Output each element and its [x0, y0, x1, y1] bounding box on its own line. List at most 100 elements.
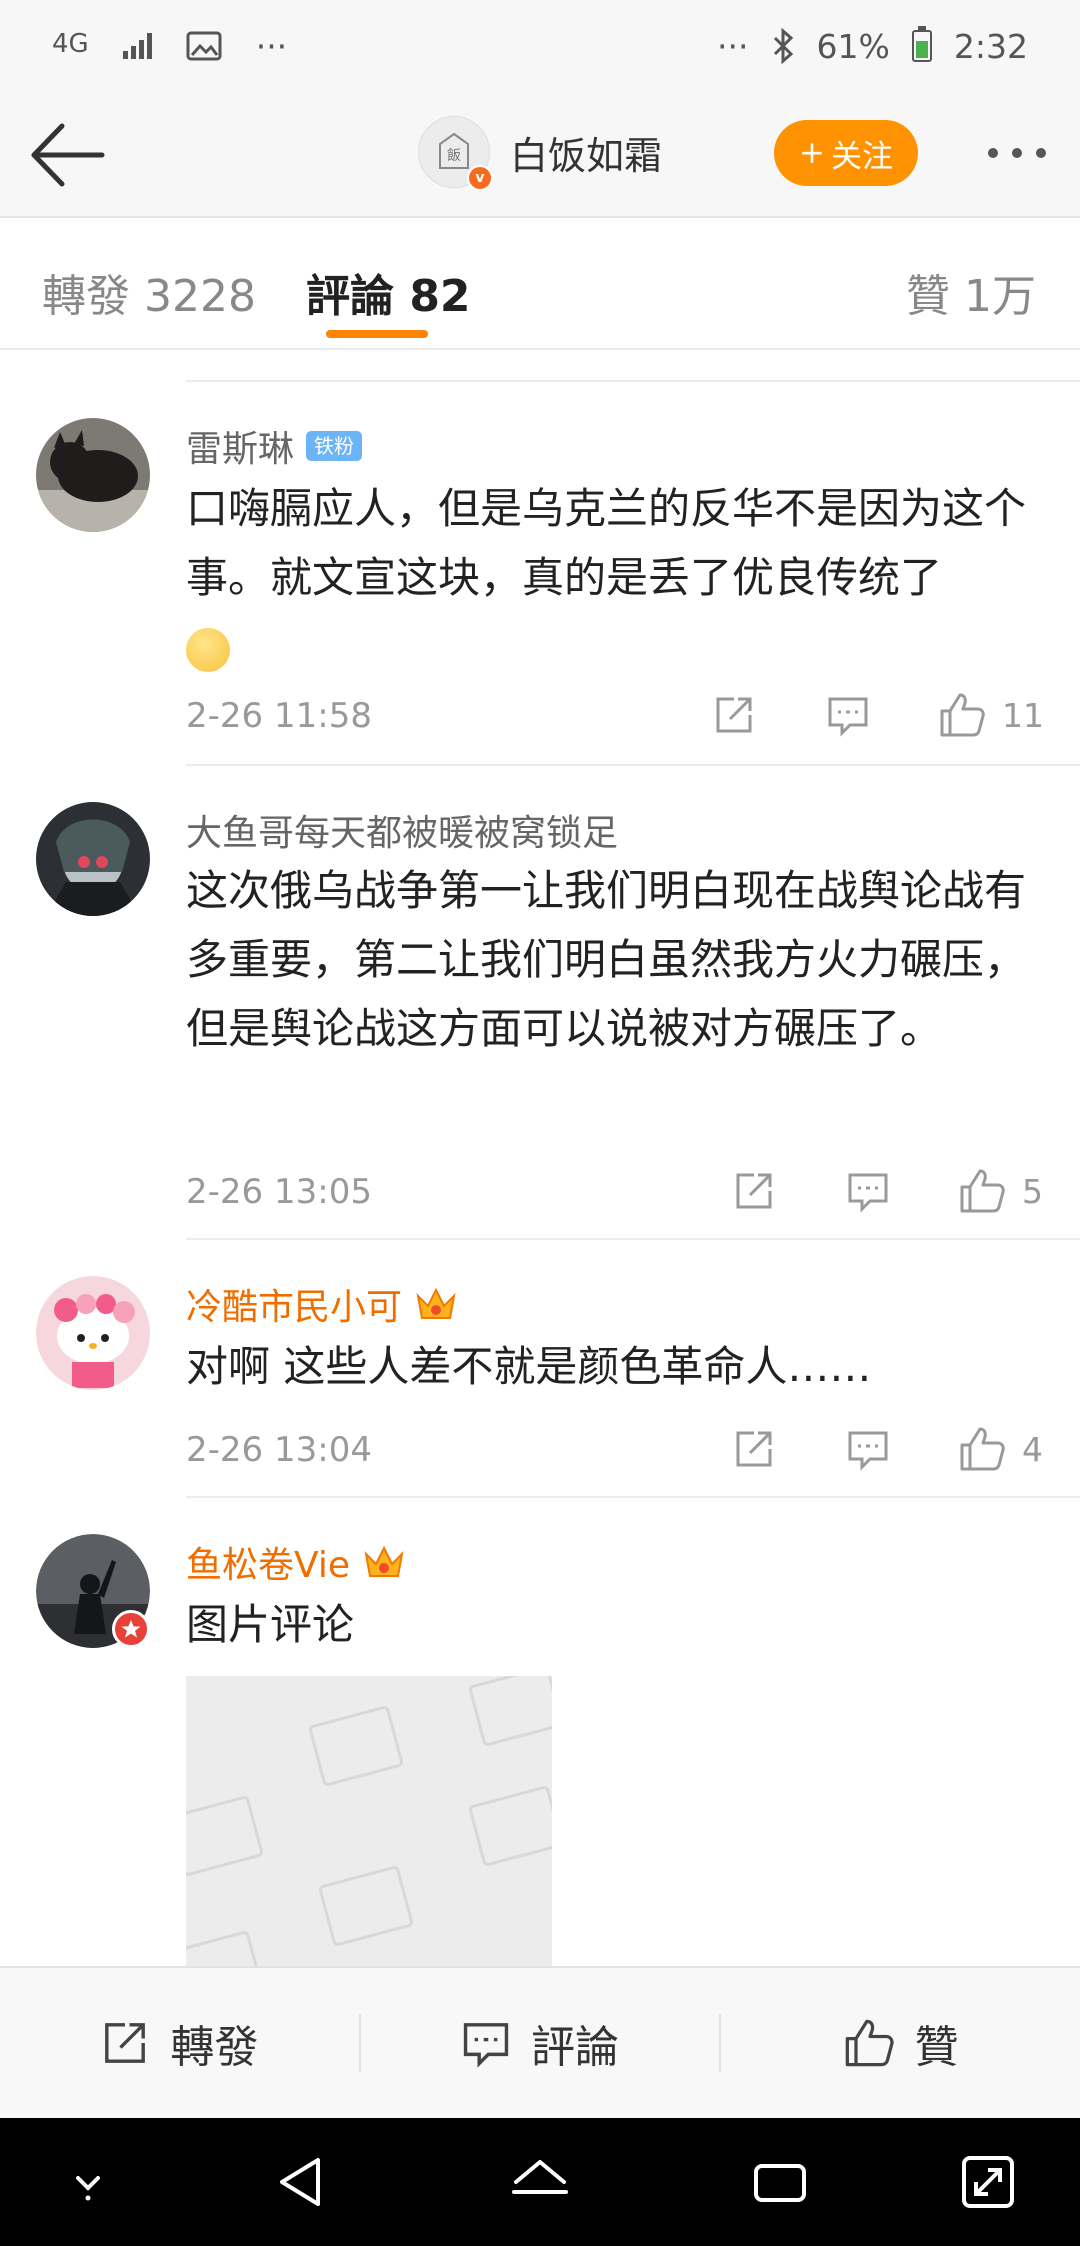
- reply-action[interactable]: [846, 1424, 890, 1474]
- avatar[interactable]: [36, 802, 150, 916]
- share-icon: [736, 1173, 772, 1209]
- back-arrow-icon[interactable]: [26, 114, 108, 196]
- hide-nav-chevron-icon[interactable]: [58, 2152, 118, 2212]
- comment-time: 2-26 13:05: [186, 1172, 372, 1212]
- username-text: 冷酷市民小可: [186, 1287, 403, 1328]
- like-count: 5: [1022, 1171, 1043, 1211]
- recent-apps-icon[interactable]: [750, 2152, 810, 2212]
- comment-body: 对啊 这些人差不就是颜色革命人……: [186, 1342, 872, 1391]
- reply-action[interactable]: [826, 690, 870, 740]
- anime-avatar-image: [36, 802, 150, 916]
- back-triangle-icon[interactable]: [272, 2152, 332, 2212]
- comment-time: 2-26 13:04: [186, 1430, 372, 1470]
- more-notifications: ···: [255, 26, 288, 66]
- comment-divider: [186, 1238, 1080, 1240]
- comment-icon: [848, 1173, 888, 1213]
- comment-username[interactable]: 大鱼哥每天都被暖被窝锁足: [186, 804, 618, 856]
- comment-divider: [186, 1496, 1080, 1498]
- vip-crown-icon: [416, 1287, 456, 1319]
- system-navigation-bar: [0, 2118, 1080, 2246]
- avatar[interactable]: [36, 418, 150, 532]
- bluetooth-icon: [773, 28, 793, 64]
- battery-icon: [911, 26, 932, 62]
- comment-image-placeholder[interactable]: [186, 1676, 552, 1966]
- avatar[interactable]: [36, 1534, 150, 1648]
- like-label: 贊: [914, 2022, 959, 2073]
- like-count: 11: [1002, 695, 1044, 735]
- repost-label: 轉發: [170, 2022, 259, 2073]
- comment-meta: 2-26 11:58 11: [186, 690, 1048, 740]
- like-button[interactable]: 贊: [721, 1968, 1080, 2118]
- poster-name[interactable]: 白饭如霜: [510, 125, 662, 180]
- thumbs-up-icon: [960, 1169, 1005, 1213]
- like-action[interactable]: 4: [958, 1424, 1043, 1474]
- hello-kitty-avatar-image: [36, 1276, 150, 1390]
- status-bar: 4G ··· ··· 61% 2:32: [0, 0, 1080, 92]
- tab-comment[interactable]: 評論 82: [306, 260, 471, 324]
- comment-icon: [463, 2023, 509, 2068]
- repost-button[interactable]: 轉發: [0, 1968, 359, 2118]
- poster-info[interactable]: 飯 v 白饭如霜: [418, 116, 662, 191]
- like-action[interactable]: 11: [938, 690, 1044, 740]
- signal-icon: [122, 33, 152, 59]
- home-icon[interactable]: [510, 2152, 570, 2212]
- reply-action[interactable]: [846, 1166, 890, 1216]
- comment-meta: 2-26 13:04 4: [186, 1424, 1048, 1474]
- username-text: 鱼松卷Vie: [186, 1545, 350, 1586]
- avatar-seal-icon: 飯: [439, 132, 469, 169]
- nav-header: 飯 v 白饭如霜 + 关注: [0, 92, 1080, 218]
- share-icon: [716, 697, 752, 733]
- repost-action[interactable]: [712, 690, 756, 740]
- battery-percent: 61%: [816, 26, 890, 66]
- cat-avatar-image: [36, 418, 150, 532]
- svg-text:飯: 飯: [447, 147, 461, 164]
- like-action[interactable]: 5: [958, 1166, 1043, 1216]
- comment-divider: [186, 764, 1080, 766]
- share-icon: [105, 2023, 146, 2063]
- comment-button[interactable]: 評論: [361, 1968, 720, 2118]
- like-count: 4: [1022, 1429, 1043, 1469]
- thumbs-up-icon: [960, 1427, 1005, 1471]
- comment-username[interactable]: 鱼松卷Vie: [186, 1536, 406, 1588]
- fan-badge: 铁粉: [306, 431, 363, 461]
- thumbs-up-icon: [940, 693, 985, 737]
- comment-username[interactable]: 雷斯琳 铁粉: [186, 420, 363, 472]
- active-tab-indicator: [326, 330, 428, 338]
- comment-time: 2-26 11:58: [186, 696, 372, 736]
- verified-badge-icon: v: [467, 165, 493, 191]
- comment-icon: [828, 697, 868, 737]
- share-icon: [736, 1431, 772, 1467]
- repost-action[interactable]: [732, 1166, 776, 1216]
- poster-avatar[interactable]: 飯 v: [418, 116, 493, 191]
- comment-body: 口嗨膈应人，但是乌克兰的反华不是因为这个事。就文宣这块，真的是丢了优良传统了: [186, 484, 1027, 602]
- expand-screen-icon[interactable]: [958, 2152, 1018, 2212]
- thinking-emoji-icon: [186, 627, 230, 672]
- image-loading-icon: [186, 1676, 552, 1966]
- clock: 2:32: [953, 26, 1028, 66]
- network-type: 4G: [52, 29, 89, 59]
- comment-icon: [848, 1431, 888, 1471]
- follow-label: 关注: [830, 138, 893, 175]
- bottom-toolbar: 轉發 評論 贊: [0, 1966, 1080, 2118]
- comment-text: 口嗨膈应人，但是乌克兰的反华不是因为这个事。就文宣这块，真的是丢了优良传统了: [186, 474, 1048, 681]
- more-options-icon[interactable]: [972, 122, 1062, 184]
- vip-crown-icon: [364, 1545, 404, 1577]
- follow-plus: +: [799, 135, 825, 171]
- follow-button[interactable]: + 关注: [774, 120, 918, 186]
- comment-body: 这次俄乌战争第一让我们明白现在战舆论战有多重要，第二让我们明白虽然我方火力碾压，…: [186, 866, 1027, 1053]
- tab-like[interactable]: 贊 1万: [906, 260, 1036, 324]
- repost-action[interactable]: [732, 1424, 776, 1474]
- divider: [186, 380, 1080, 382]
- thumbs-up-icon: [845, 2019, 894, 2067]
- vip-star-badge-icon: [112, 1610, 150, 1648]
- username-text: 大鱼哥每天都被暖被窝锁足: [186, 813, 619, 854]
- avatar[interactable]: [36, 1276, 150, 1390]
- image-notification-icon: [186, 31, 222, 61]
- tab-repost[interactable]: 轉發 3228: [42, 260, 256, 324]
- comment-username[interactable]: 冷酷市民小可: [186, 1278, 458, 1330]
- status-dots: ···: [717, 26, 749, 66]
- username-text: 雷斯琳: [186, 429, 295, 470]
- comment-label: 評論: [531, 2022, 619, 2073]
- comment-body: 图片评论: [186, 1600, 355, 1649]
- comment-meta: 2-26 13:05 5: [186, 1166, 1048, 1216]
